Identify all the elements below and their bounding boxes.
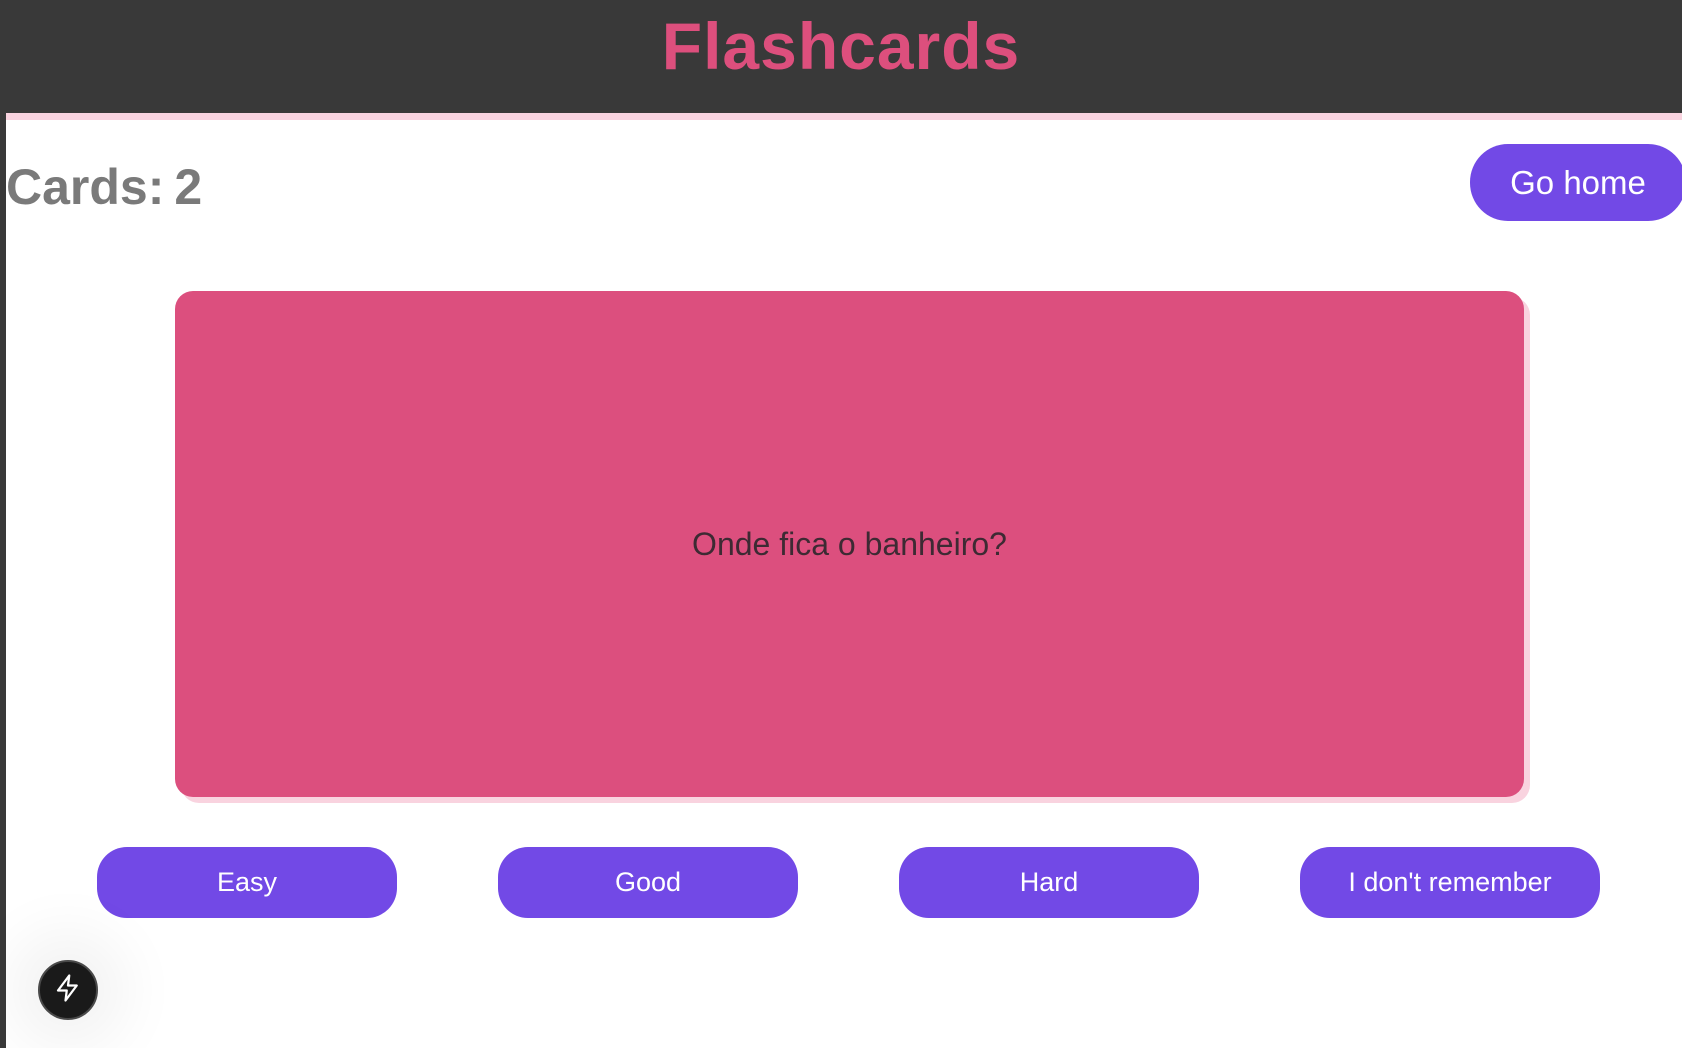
cards-count-label: Cards: [6, 159, 165, 215]
hard-button[interactable]: Hard [899, 847, 1199, 918]
header-divider [6, 113, 1682, 120]
app-title: Flashcards [661, 9, 1021, 83]
app-root: Flashcards Cards: 2 Go home Onde fica o b… [0, 0, 1682, 1048]
flashcard-question: Onde fica o banheiro? [692, 525, 1007, 562]
flashcard[interactable]: Onde fica o banheiro? [175, 291, 1524, 797]
cards-count-value: 2 [174, 159, 203, 215]
easy-button[interactable]: Easy [97, 847, 397, 918]
dont-remember-button[interactable]: I don't remember [1300, 847, 1600, 918]
good-button[interactable]: Good [498, 847, 798, 918]
main-content: Cards: 2 Go home Onde fica o banheiro? Ea… [6, 120, 1682, 1048]
go-home-button[interactable]: Go home [1470, 144, 1682, 221]
app-header: Flashcards [0, 0, 1682, 113]
lightning-bolt-icon [53, 971, 83, 1010]
dev-tools-indicator[interactable] [38, 960, 98, 1020]
cards-count: Cards: 2 [6, 156, 202, 218]
